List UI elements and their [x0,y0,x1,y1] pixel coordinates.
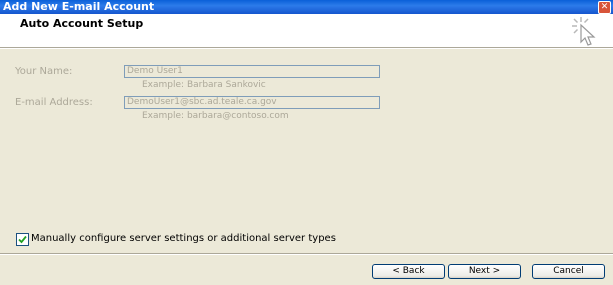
check-icon [18,235,27,244]
manual-config-checkbox[interactable] [16,233,29,246]
name-field[interactable]: Demo User1 [124,65,380,78]
wizard-cursor-icon [572,17,596,46]
footer-separator [0,253,613,255]
wizard-header: Auto Account Setup [0,14,613,47]
close-button[interactable]: ✕ [598,1,611,14]
next-button[interactable]: Next > [448,264,521,279]
back-button[interactable]: < Back [372,264,445,279]
email-label: E-mail Address: [15,97,93,108]
cancel-button[interactable]: Cancel [532,264,605,279]
page-title: Auto Account Setup [20,17,144,30]
name-example: Example: Barbara Sankovic [142,80,266,90]
manual-config-label[interactable]: Manually configure server settings or ad… [31,233,336,245]
header-separator [0,47,613,49]
email-field[interactable]: DemoUser1@sbc.ad.teale.ca.gov [124,96,380,109]
close-icon: ✕ [600,2,609,12]
email-example: Example: barbara@contoso.com [142,111,289,121]
title-bar: Add New E-mail Account ✕ [0,0,613,14]
window-title: Add New E-mail Account [3,0,155,13]
name-label: Your Name: [15,66,73,77]
